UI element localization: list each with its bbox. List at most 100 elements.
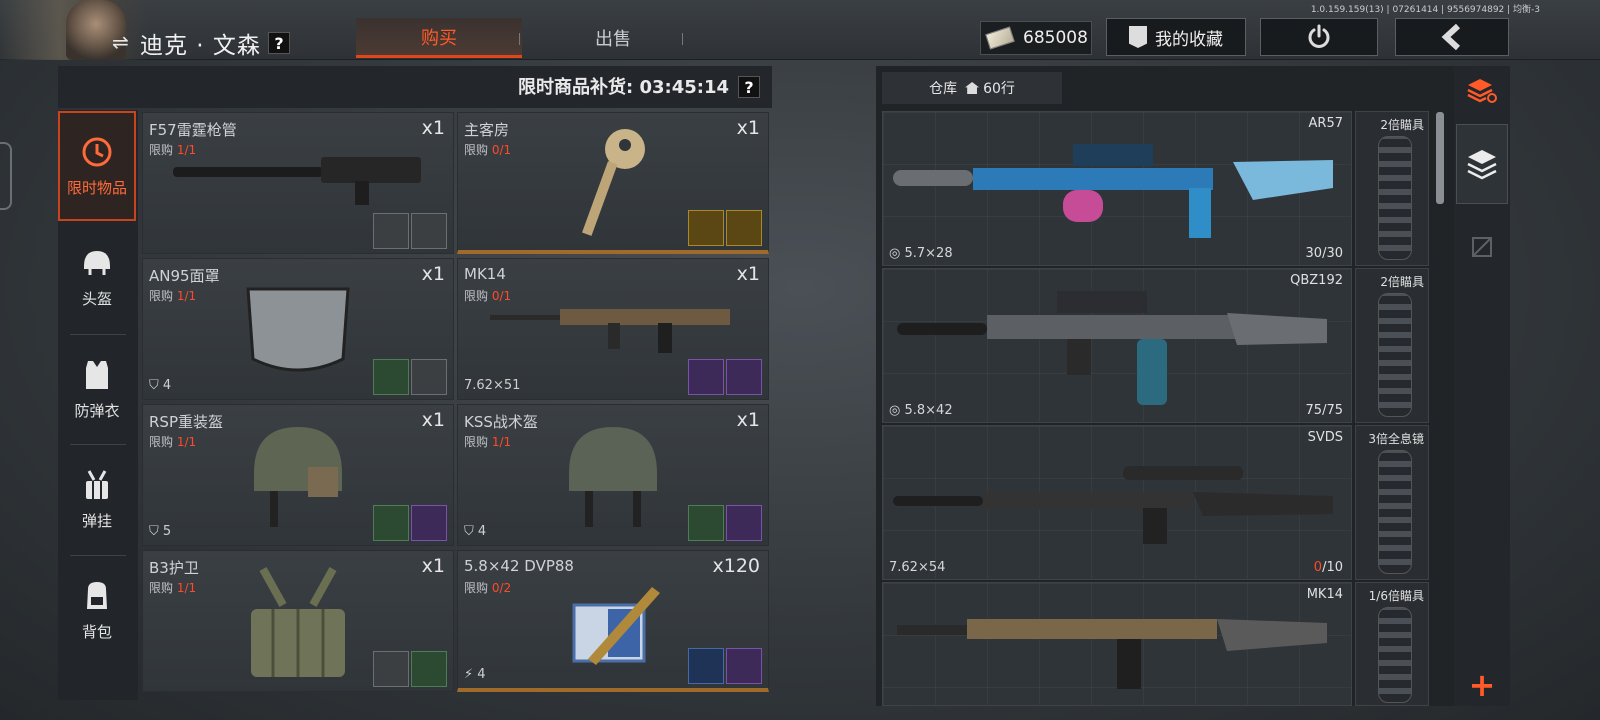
stash-button[interactable]: [1456, 124, 1508, 204]
swap-icon[interactable]: ⇌: [112, 30, 129, 54]
attachment-slot: [726, 210, 762, 246]
category-limited[interactable]: 限时物品: [58, 111, 136, 221]
version-text: 1.0.159.159(13) | 07261414 | 9556974892 …: [1310, 5, 1540, 15]
item-limit: 限购 0/1: [464, 289, 512, 303]
shop-item-card[interactable]: KSS战术盔 限购 1/1 x1 ⛉ 4: [457, 404, 769, 546]
warehouse-item[interactable]: MK14: [882, 582, 1352, 706]
item-name: MK14: [464, 265, 506, 283]
shop-item-card[interactable]: B3护卫 限购 1/1 x1: [142, 550, 454, 692]
scope-slot[interactable]: 1/6倍瞄具: [1355, 582, 1429, 706]
player-name: 迪克 · 文森: [140, 33, 261, 59]
item-name: 主客房: [464, 121, 510, 139]
add-button[interactable]: +: [1456, 660, 1508, 710]
item-quantity: x120: [712, 555, 760, 577]
scope-name: 1/6倍瞄具: [1368, 589, 1424, 603]
shop-item-card[interactable]: 5.8×42 DVP88 限购 0/2 x120 ⚡ 4: [457, 550, 769, 692]
shop-item-card[interactable]: MK14 限购 0/1 x1 7.62×51: [457, 258, 769, 400]
item-name: 5.8×42 DVP88: [464, 557, 574, 575]
stack-download-icon: [1467, 150, 1497, 180]
tab-buy[interactable]: 购买: [356, 18, 522, 58]
shop-item-card[interactable]: 主客房 限购 0/1 x1: [457, 112, 769, 254]
key-image: [582, 129, 645, 236]
favorites-label: 我的收藏: [1155, 29, 1223, 50]
ammo-type: ◎ 5.8×42: [889, 403, 953, 418]
disabled-tool: [1456, 222, 1508, 272]
scope-image: [1378, 450, 1412, 574]
help-icon[interactable]: ?: [738, 76, 760, 98]
item-quantity: x1: [421, 117, 445, 139]
attachment-slot: [411, 651, 447, 687]
vest-icon: [86, 360, 108, 389]
backpack-icon: [87, 581, 107, 609]
currency-display: 685008: [980, 21, 1092, 55]
warehouse-item[interactable]: QBZ192 ◎ 5.8×42 75/75: [882, 268, 1352, 423]
drawer-handle[interactable]: [0, 142, 12, 210]
attachment-slot: [726, 359, 762, 395]
attachment-slot: [726, 648, 762, 684]
scope-slot[interactable]: 2倍瞄具: [1355, 111, 1429, 266]
help-icon[interactable]: ?: [268, 32, 290, 54]
ammo-count: 0/10: [1313, 560, 1343, 575]
attachment-slot: [373, 213, 409, 249]
tab-divider: [682, 33, 683, 45]
scope-image: [1378, 136, 1412, 260]
warehouse-tab[interactable]: 仓库 60行: [882, 72, 1062, 104]
shop-item-card[interactable]: F57雷霆枪管 限购 1/1 x1: [142, 112, 454, 254]
shop-item-card[interactable]: RSP重装盔 限购 1/1 x1 ⛉ 5: [142, 404, 454, 546]
penetration-level: ⚡ 4: [464, 667, 486, 682]
item-limit: 限购 0/2: [464, 581, 512, 595]
sort-button[interactable]: [1456, 66, 1508, 116]
weapon-name: SVDS: [1307, 430, 1343, 445]
category-chest-rig[interactable]: 弹挂: [58, 444, 136, 554]
banknote-icon: [985, 26, 1015, 50]
attachment-slot: [373, 505, 409, 541]
scope-slot[interactable]: 2倍瞄具: [1355, 268, 1429, 423]
warehouse-item[interactable]: SVDS 7.62×54 0/10: [882, 425, 1352, 580]
stack-sort-icon: [1467, 79, 1497, 103]
warehouse-scrollbar[interactable]: [1436, 112, 1444, 204]
weapon-image: [893, 466, 1333, 544]
attachment-slot: [411, 213, 447, 249]
scope-slot[interactable]: 3倍全息镜: [1355, 425, 1429, 580]
restock-timer: 限时商品补货: 03:45:14: [518, 77, 730, 98]
back-button[interactable]: [1395, 18, 1509, 56]
item-limit: 限购 0/1: [464, 143, 512, 157]
ammo-count: 75/75: [1305, 403, 1343, 418]
item-name: KSS战术盔: [464, 413, 538, 431]
warehouse-capacity: 60行: [983, 81, 1015, 97]
attachment-slot: [411, 359, 447, 395]
item-limit: 限购 1/1: [149, 289, 197, 303]
helmet-image: [569, 427, 657, 527]
item-quantity: x1: [421, 263, 445, 285]
face-shield-image: [246, 287, 350, 372]
warehouse-item[interactable]: AR57 ◎ 5.7×28 30/30: [882, 111, 1352, 266]
star-badge-icon: [1129, 26, 1147, 48]
category-label: 防弹衣: [74, 401, 120, 420]
item-limit: 限购 1/1: [464, 435, 512, 449]
item-limit: 限购 1/1: [149, 581, 197, 595]
hide-icon: [1472, 237, 1492, 257]
armor-level: ⛉ 5: [149, 524, 172, 539]
favorites-button[interactable]: 我的收藏: [1106, 18, 1246, 56]
clock-icon: [82, 137, 112, 166]
attachment-slot: [411, 505, 447, 541]
ammo-count: 30/30: [1305, 246, 1343, 261]
item-quantity: x1: [421, 409, 445, 431]
chest-rig-image: [251, 567, 345, 677]
scope-image: [1378, 607, 1412, 703]
helmet-image: [254, 427, 342, 527]
armor-level: ⛉ 4: [464, 524, 487, 539]
category-armor[interactable]: 防弹衣: [58, 334, 136, 444]
category-backpack[interactable]: 背包: [58, 555, 136, 665]
item-limit: 限购 1/1: [149, 435, 197, 449]
item-quantity: x1: [736, 263, 760, 285]
category-helmet[interactable]: 头盔: [58, 222, 136, 332]
shop-item-card[interactable]: AN95面罩 限购 1/1 x1 ⛉ 4: [142, 258, 454, 400]
scope-name: 2倍瞄具: [1380, 118, 1424, 132]
tab-sell[interactable]: 出售: [530, 18, 696, 58]
ammo-type: 7.62×54: [889, 560, 946, 575]
ammo-box-image: [572, 587, 660, 665]
power-button[interactable]: [1260, 18, 1378, 56]
attachment-slot: [688, 210, 724, 246]
ammo-type: ◎ 5.7×28: [889, 246, 953, 261]
